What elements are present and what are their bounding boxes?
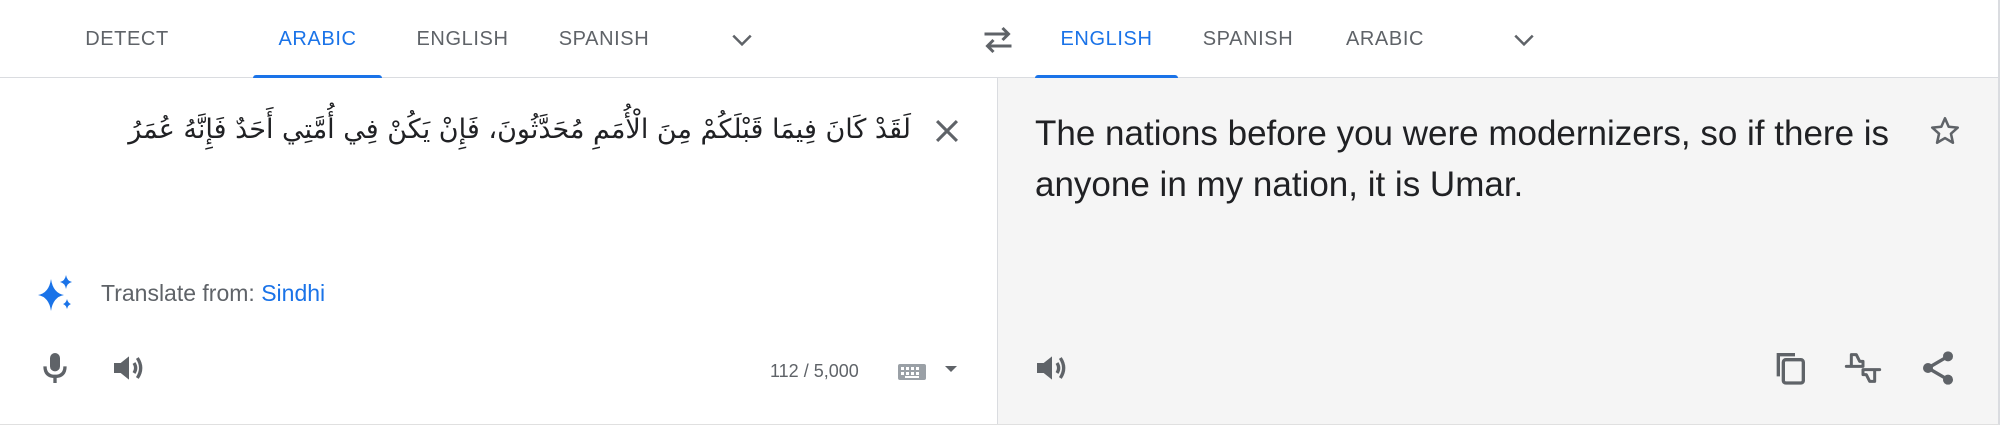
tab-source-spanish[interactable]: SPANISH	[548, 0, 660, 77]
speaker-icon[interactable]	[1032, 348, 1072, 388]
translate-from-label: Translate from:	[101, 280, 255, 306]
tab-source-arabic[interactable]: ARABIC	[253, 0, 382, 78]
translate-widget: DETECT LANGUAGE ARABIC ENGLISH SPANISH E…	[0, 0, 2000, 425]
translated-text: The nations before you were modernizers,…	[1035, 114, 1890, 204]
source-text-input[interactable]: لَقَدْ كَانَ فِيمَا قَبْلَكُمْ مِنَ الْأ…	[51, 108, 911, 152]
character-count: 112 / 5,000	[770, 361, 859, 381]
rate-translation-icon[interactable]	[1843, 348, 1883, 388]
source-more-languages-chevron-icon[interactable]	[727, 25, 757, 55]
keyboard-icon[interactable]	[898, 362, 926, 382]
tab-target-spanish[interactable]: SPANISH	[1188, 0, 1308, 77]
target-panel: The nations before you were modernizers,…	[998, 78, 1998, 424]
suggested-language-link[interactable]: Sindhi	[261, 280, 325, 306]
copy-icon[interactable]	[1770, 348, 1810, 388]
target-more-languages-chevron-icon[interactable]	[1509, 25, 1539, 55]
translate-from-suggestion: Translate from: Sindhi	[101, 279, 325, 307]
close-icon[interactable]	[930, 114, 964, 148]
language-tab-bar: DETECT LANGUAGE ARABIC ENGLISH SPANISH E…	[0, 0, 1998, 128]
microphone-icon[interactable]	[35, 348, 75, 388]
star-icon[interactable]	[1928, 114, 1962, 148]
tab-source-english[interactable]: ENGLISH	[407, 0, 518, 77]
tab-target-english[interactable]: ENGLISH	[1035, 0, 1178, 78]
tab-detect-language[interactable]: DETECT LANGUAGE	[26, 0, 228, 128]
source-panel: لَقَدْ كَانَ فِيمَا قَبْلَكُمْ مِنَ الْأ…	[0, 78, 997, 424]
swap-languages-icon[interactable]	[980, 22, 1016, 58]
speaker-icon[interactable]	[109, 348, 149, 388]
share-icon[interactable]	[1918, 348, 1958, 388]
sparkle-icon	[38, 275, 72, 311]
tab-target-arabic[interactable]: ARABIC	[1335, 0, 1435, 77]
keyboard-options-chevron-icon[interactable]	[944, 363, 958, 375]
